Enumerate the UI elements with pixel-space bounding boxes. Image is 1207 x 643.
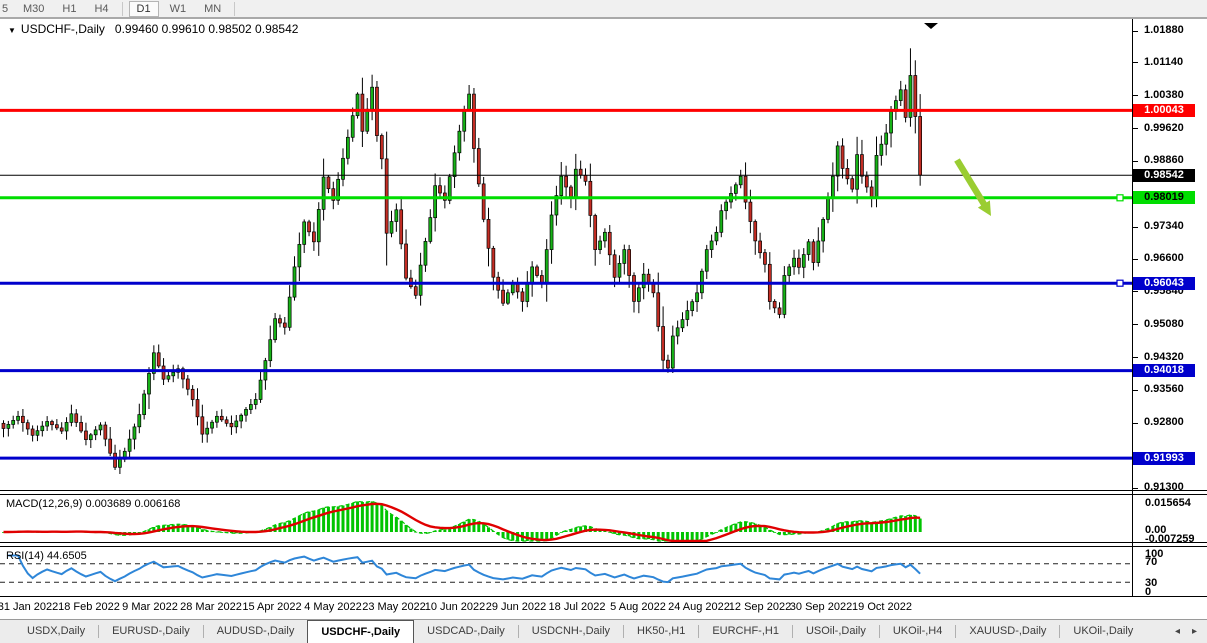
price-level-badge: 0.91993	[1133, 452, 1195, 465]
tab-scroll-controls: ◂▸	[1175, 620, 1207, 643]
chart-tab-usdx-daily[interactable]: USDX,Daily	[14, 620, 98, 643]
chart-tab-eurusd-daily[interactable]: EURUSD-,Daily	[99, 620, 203, 643]
chart-tab-ukoil-daily[interactable]: UKOil-,Daily	[1060, 620, 1146, 643]
price-level-badge: 0.98542	[1133, 169, 1195, 182]
timeframe-button-m30[interactable]: M30	[16, 2, 51, 16]
price-tick-mark	[1133, 357, 1138, 358]
price-tick-mark	[1133, 62, 1138, 63]
price-tick-label: 0.97340	[1144, 220, 1184, 232]
price-tick-label: 0.91300	[1144, 481, 1184, 493]
price-tick-label: 0.92800	[1144, 416, 1184, 428]
timeframe-button-w1[interactable]: W1	[163, 2, 194, 16]
rsi-scale-0: 0	[1145, 586, 1151, 598]
rsi-pane-canvas[interactable]	[0, 547, 1207, 596]
autoscroll-marker-icon	[924, 23, 938, 29]
price-tick-label: 0.98860	[1144, 154, 1184, 166]
date-tick-label: 29 Jun 2022	[486, 601, 547, 613]
price-tick-label: 0.95080	[1144, 318, 1184, 330]
chart-tab-eurchf-h1[interactable]: EURCHF-,H1	[699, 620, 792, 643]
timeframe-button-h4[interactable]: H4	[87, 2, 115, 16]
chart-tab-usdcnh-daily[interactable]: USDCNH-,Daily	[519, 620, 623, 643]
chart-tab-usdcad-daily[interactable]: USDCAD-,Daily	[414, 620, 518, 643]
date-tick-label: 4 May 2022	[304, 601, 361, 613]
date-tick-label: 12 Sep 2022	[729, 601, 791, 613]
macd-pane-label: MACD(12,26,9) 0.003689 0.006168	[6, 498, 180, 510]
price-tick-label: 1.01140	[1144, 56, 1183, 68]
macd-bottom-border[interactable]	[0, 542, 1207, 543]
price-tick-mark	[1133, 488, 1138, 489]
date-tick-label: 24 Aug 2022	[668, 601, 730, 613]
price-tick-label: 0.99620	[1144, 122, 1184, 134]
time-axis: 31 Jan 202218 Feb 20229 Mar 202228 Mar 2…	[0, 596, 1207, 619]
toolbar-divider	[234, 2, 235, 16]
chart-tab-ukoil-h4[interactable]: UKOil-,H4	[880, 620, 956, 643]
timeframe-button-d1[interactable]: D1	[129, 1, 159, 17]
timeframe-button-5[interactable]: 5	[0, 2, 12, 16]
rsi-scale-70: 70	[1145, 556, 1157, 568]
price-tick-mark	[1133, 95, 1138, 96]
date-tick-label: 5 Aug 2022	[610, 601, 666, 613]
timeframe-toolbar: 5 M30 H1 H4 D1 W1MN	[0, 0, 1207, 18]
price-tick-mark	[1133, 128, 1138, 129]
date-tick-label: 23 May 2022	[362, 601, 426, 613]
price-tick-mark	[1133, 31, 1138, 32]
date-tick-label: 15 Apr 2022	[242, 601, 301, 613]
level-line-handle[interactable]	[1117, 280, 1123, 286]
price-level-badge: 0.96043	[1133, 277, 1195, 290]
price-tick-label: 0.96600	[1144, 252, 1184, 264]
price-level-badge: 0.98019	[1133, 191, 1195, 204]
chart-bottom-border[interactable]	[0, 490, 1207, 491]
price-tick-mark	[1133, 390, 1138, 391]
chart-tab-hk50-h1[interactable]: HK50-,H1	[624, 620, 698, 643]
chart-tab-usoil-daily[interactable]: USOil-,Daily	[793, 620, 879, 643]
chart-ohlc-values: 0.99460 0.99610 0.98502 0.98542	[115, 22, 299, 36]
chart-symbol-label: USDCHF-,Daily	[21, 22, 105, 36]
macd-pane-canvas[interactable]	[0, 495, 1207, 542]
symbol-dropdown-icon[interactable]: ▼	[8, 26, 16, 35]
price-chart-canvas[interactable]	[0, 19, 1207, 496]
chart-top-border	[0, 18, 1207, 19]
rsi-pane-label: RSI(14) 44.6505	[6, 550, 87, 562]
rsi-bottom-border	[0, 596, 1207, 597]
chart-tab-usdchf-daily[interactable]: USDCHF-,Daily	[307, 620, 414, 643]
date-tick-label: 28 Mar 2022	[180, 601, 242, 613]
price-tick-mark	[1133, 324, 1138, 325]
toolbar-divider	[122, 2, 123, 16]
down-arrow-annotation[interactable]	[954, 158, 991, 216]
chart-tab-xauusd-daily[interactable]: XAUUSD-,Daily	[956, 620, 1059, 643]
macd-top-border	[0, 494, 1207, 495]
price-tick-label: 1.00380	[1144, 89, 1184, 101]
macd-scale-max: 0.015654	[1145, 497, 1191, 509]
date-tick-label: 10 Jun 2022	[425, 601, 486, 613]
chart-tab-bar: USDX,DailyEURUSD-,DailyAUDUSD-,DailyUSDC…	[0, 619, 1207, 643]
price-tick-mark	[1133, 423, 1138, 424]
timeframe-button-h1[interactable]: H1	[55, 2, 83, 16]
price-level-badge: 0.94018	[1133, 364, 1195, 377]
price-tick-label: 0.93560	[1144, 383, 1184, 395]
date-tick-label: 30 Sep 2022	[790, 601, 852, 613]
price-tick-label: 0.94320	[1144, 351, 1184, 363]
price-tick-mark	[1133, 291, 1138, 292]
chart-title: ▼ USDCHF-,Daily 0.99460 0.99610 0.98502 0.…	[8, 22, 298, 36]
macd-scale-min: -0.007259	[1145, 533, 1195, 545]
timeframe-button-mn[interactable]: MN	[197, 2, 228, 16]
date-tick-label: 19 Oct 2022	[852, 601, 912, 613]
price-level-badge: 1.00043	[1133, 104, 1195, 117]
date-tick-label: 18 Jul 2022	[549, 601, 606, 613]
level-line-handle[interactable]	[1117, 195, 1123, 201]
price-tick-mark	[1133, 161, 1138, 162]
chart-tab-audusd-daily[interactable]: AUDUSD-,Daily	[204, 620, 308, 643]
rsi-top-border	[0, 546, 1207, 547]
date-tick-label: 18 Feb 2022	[58, 601, 120, 613]
date-tick-label: 31 Jan 2022	[0, 601, 58, 613]
price-tick-mark	[1133, 259, 1138, 260]
date-tick-label: 9 Mar 2022	[122, 601, 178, 613]
price-tick-label: 1.01880	[1144, 24, 1184, 36]
tab-scroll-left-icon[interactable]: ◂	[1175, 626, 1180, 637]
price-tick-mark	[1133, 227, 1138, 228]
tab-bar-leading-space	[0, 620, 14, 643]
trading-app-window: 5 M30 H1 H4 D1 W1MN ▼ USDCHF-,Daily 0.99460 0.9…	[0, 0, 1207, 643]
tab-scroll-right-icon[interactable]: ▸	[1192, 626, 1197, 637]
